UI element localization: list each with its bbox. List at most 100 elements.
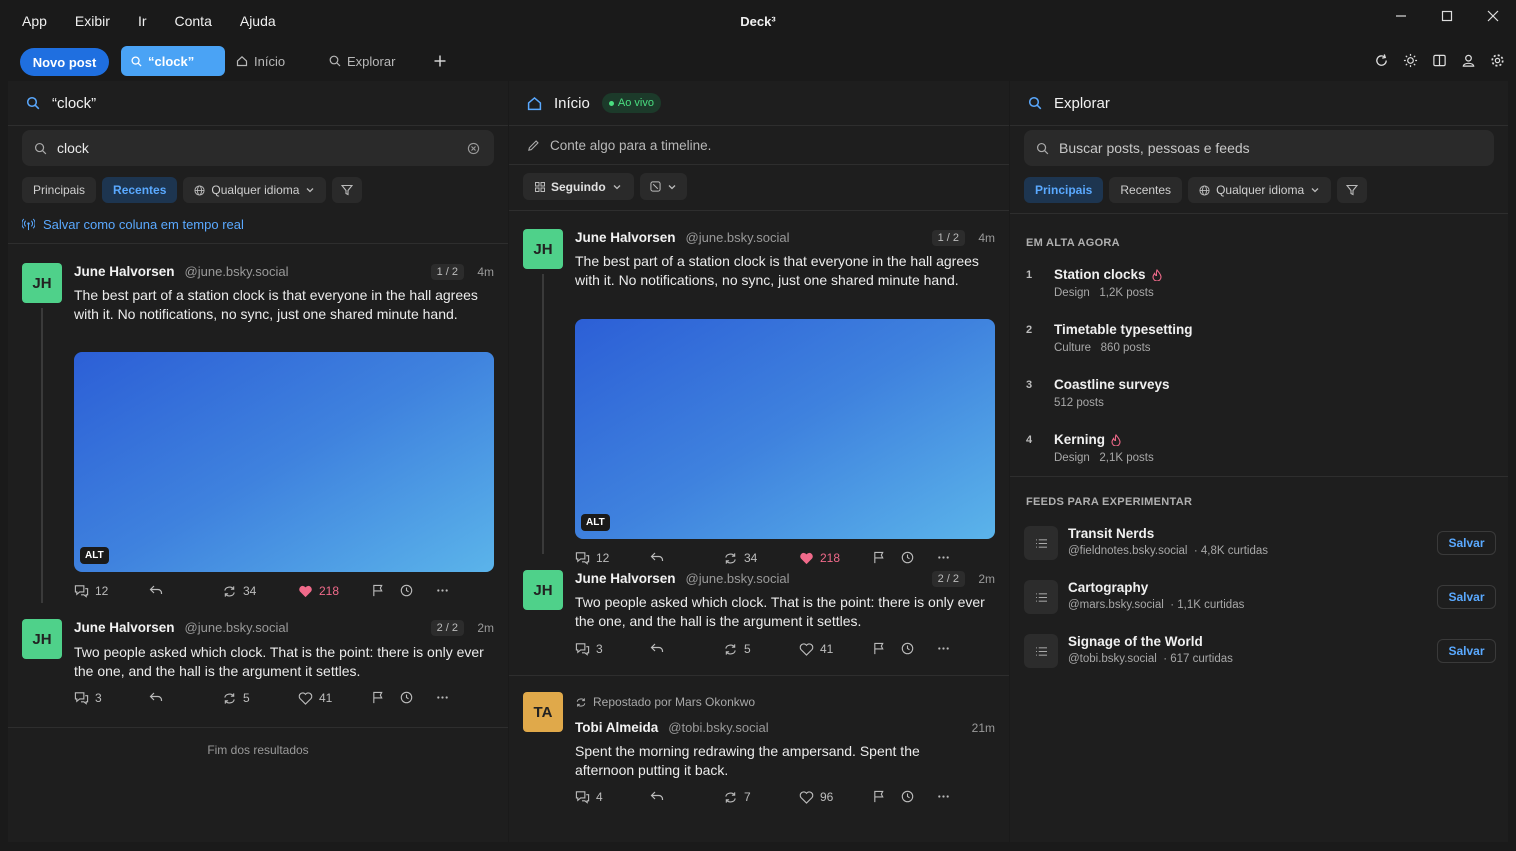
author-handle[interactable]: @tobi.bsky.social [668, 720, 768, 735]
filter-button[interactable] [332, 177, 363, 203]
settings-icon[interactable] [1487, 50, 1508, 71]
post-time[interactable]: 4m [477, 265, 494, 279]
author-name[interactable]: June Halvorsen [575, 571, 676, 586]
report-button[interactable] [873, 551, 885, 564]
reply-button[interactable]: 3 [575, 642, 603, 656]
quote-button[interactable] [650, 551, 664, 563]
close-icon[interactable] [1470, 0, 1516, 32]
reply-button[interactable]: 12 [575, 551, 609, 565]
alt-badge[interactable]: ALT [581, 514, 610, 531]
reply-button[interactable]: 4 [575, 790, 603, 804]
post-time[interactable]: 4m [978, 231, 995, 245]
author-name[interactable]: June Halvorsen [575, 230, 676, 245]
more-button[interactable] [436, 691, 449, 704]
post-image[interactable]: ALT [575, 319, 995, 539]
like-button[interactable]: 41 [799, 642, 833, 656]
clear-icon[interactable] [467, 142, 480, 155]
language-select[interactable]: Qualquer idioma [183, 177, 327, 203]
author-handle[interactable]: @june.bsky.social [185, 620, 289, 635]
refresh-icon[interactable] [1371, 50, 1392, 71]
author-handle[interactable]: @june.bsky.social [686, 571, 790, 586]
schedule-button[interactable] [901, 642, 914, 655]
avatar[interactable]: JH [523, 229, 563, 269]
maximize-icon[interactable] [1424, 0, 1470, 32]
filter-principais[interactable]: Principais [22, 177, 97, 203]
schedule-button[interactable] [400, 584, 413, 597]
compose-input[interactable]: Conte algo para a timeline. [509, 126, 1009, 165]
post[interactable]: Repostado por Mars Okonkwo TA Tobi Almei… [509, 676, 1009, 826]
more-button[interactable] [937, 790, 950, 803]
feed-selector[interactable]: Seguindo [523, 173, 634, 200]
columns-icon[interactable] [1429, 50, 1450, 71]
avatar[interactable]: JH [22, 619, 62, 659]
author-handle[interactable]: @june.bsky.social [686, 230, 790, 245]
filter-principais[interactable]: Principais [1024, 177, 1104, 203]
like-button[interactable]: 96 [799, 790, 833, 804]
like-button[interactable]: 218 [799, 551, 840, 565]
schedule-button[interactable] [400, 691, 413, 704]
more-button[interactable] [937, 551, 950, 564]
report-button[interactable] [372, 584, 384, 597]
thread-count: 2 / 2 [430, 620, 464, 636]
post-time[interactable]: 2m [978, 572, 995, 586]
post-time[interactable]: 2m [477, 621, 494, 635]
repost-button[interactable]: 5 [723, 642, 751, 656]
language-select[interactable]: Qualquer idioma [1188, 177, 1332, 203]
schedule-button[interactable] [901, 790, 914, 803]
avatar[interactable]: JH [523, 570, 563, 610]
feed-suggestion[interactable]: Transit Nerds @fieldnotes.bsky.social · … [1024, 523, 1496, 563]
report-button[interactable] [873, 642, 885, 655]
search-input[interactable]: clock [22, 130, 494, 166]
feed-suggestion[interactable]: Signage of the World @tobi.bsky.social ·… [1024, 631, 1496, 671]
filter-recentes[interactable]: Recentes [1109, 177, 1183, 203]
repost-button[interactable]: 34 [723, 551, 757, 565]
quote-button[interactable] [149, 584, 163, 596]
repost-button[interactable]: 5 [222, 691, 250, 705]
avatar[interactable]: TA [523, 692, 563, 732]
save-feed-button[interactable]: Salvar [1437, 639, 1496, 663]
author-name[interactable]: Tobi Almeida [575, 720, 658, 735]
quote-button[interactable] [650, 790, 664, 802]
theme-icon[interactable] [1400, 50, 1421, 71]
explore-search-input[interactable]: Buscar posts, pessoas e feeds [1024, 130, 1494, 166]
post[interactable]: JH June Halvorsen @june.bsky.social 2 / … [8, 617, 508, 728]
filter-button[interactable] [1337, 177, 1368, 203]
save-feed-button[interactable]: Salvar [1437, 531, 1496, 555]
report-button[interactable] [873, 790, 885, 803]
tab-explorar[interactable]: Explorar [329, 46, 395, 76]
post[interactable]: JH June Halvorsen @june.bsky.social 2 / … [509, 567, 1009, 676]
filter-recentes[interactable]: Recentes [102, 177, 178, 203]
more-button[interactable] [436, 584, 449, 597]
feed-suggestion[interactable]: Cartography @mars.bsky.social · 1,1K cur… [1024, 577, 1496, 617]
post-time[interactable]: 21m [972, 721, 995, 735]
save-live-column-link[interactable]: Salvar como coluna em tempo real [8, 217, 508, 232]
post[interactable]: JH June Halvorsen @june.bsky.social 1 / … [8, 244, 508, 617]
more-button[interactable] [937, 642, 950, 655]
like-button[interactable]: 41 [298, 691, 332, 705]
avatar[interactable]: JH [22, 263, 62, 303]
tab-search-clock[interactable]: “clock” [121, 46, 225, 76]
post[interactable]: JH June Halvorsen @june.bsky.social 1 / … [509, 211, 1009, 567]
tab-inicio[interactable]: Início [236, 46, 285, 76]
alt-badge[interactable]: ALT [80, 547, 109, 564]
account-icon[interactable] [1458, 50, 1479, 71]
quote-button[interactable] [650, 642, 664, 654]
report-button[interactable] [372, 691, 384, 704]
minimize-icon[interactable] [1378, 0, 1424, 32]
quote-button[interactable] [149, 691, 163, 703]
repost-button[interactable]: 7 [723, 790, 751, 804]
schedule-button[interactable] [901, 551, 914, 564]
reply-button[interactable]: 12 [74, 584, 108, 598]
like-button[interactable]: 218 [298, 584, 339, 598]
add-tab-button[interactable] [433, 46, 447, 76]
post-image[interactable]: ALT [74, 352, 494, 572]
reply-button[interactable]: 3 [74, 691, 102, 705]
media-filter-select[interactable] [639, 173, 687, 200]
new-post-button[interactable]: Novo post [20, 48, 109, 76]
author-name[interactable]: June Halvorsen [74, 264, 175, 279]
author-name[interactable]: June Halvorsen [74, 620, 175, 635]
repost-attribution[interactable]: Repostado por Mars Okonkwo [575, 695, 755, 709]
save-feed-button[interactable]: Salvar [1437, 585, 1496, 609]
author-handle[interactable]: @june.bsky.social [185, 264, 289, 279]
repost-button[interactable]: 34 [222, 584, 256, 598]
